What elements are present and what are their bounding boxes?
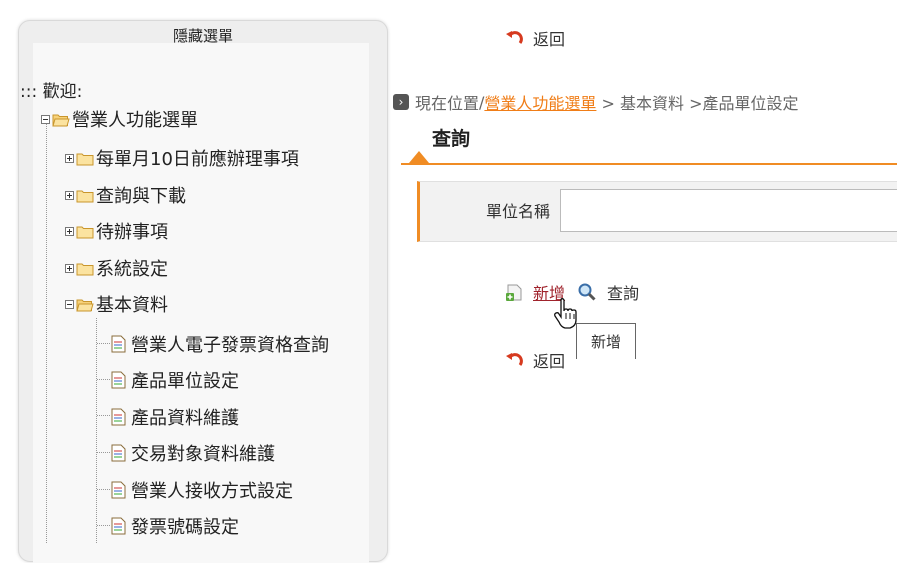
hide-menu-toggle[interactable]: 隱藏選單 [19,21,387,45]
back-arrow-icon [506,353,523,366]
hand-cursor-icon [554,298,577,329]
tree-item-label: 交易對象資料維護 [131,444,275,465]
document-icon [111,517,126,535]
search-icon [578,283,596,301]
top-back-label: 返回 [533,30,566,49]
tree-line [46,123,47,543]
document-icon [111,444,126,462]
tree-item-label: 發票號碼設定 [131,517,239,538]
document-icon [111,481,126,499]
title-underline [401,163,897,165]
open-folder-icon [76,298,94,311]
bottom-back-link[interactable]: 返回 [505,348,565,372]
folder-icon [76,152,94,165]
tree-line [97,415,110,416]
tree-item[interactable]: 營業人接收方式設定 [111,477,293,503]
back-arrow-icon [506,31,523,44]
tree-item-label: 產品單位設定 [131,371,239,392]
tree-folder-label: 每單月10日前應辦理事項 [96,149,299,170]
tree-folder[interactable]: 每單月10日前應辦理事項 [65,145,299,171]
expand-icon[interactable] [65,226,74,236]
expand-icon[interactable] [65,153,74,163]
page-title: 查詢 [432,128,471,150]
tree-item[interactable]: 發票號碼設定 [111,513,239,539]
tree-item-label: 營業人接收方式設定 [131,481,293,502]
tree-folder[interactable]: 查詢與下載 [65,182,186,208]
tree-item[interactable]: 產品資料維護 [111,404,239,430]
tree-item[interactable]: 產品單位設定 [111,367,239,393]
document-icon [111,408,126,426]
document-icon [111,335,126,353]
welcome-text: ::: 歡迎: [20,82,83,102]
tree-item[interactable]: 營業人電子發票資格查詢 [111,331,329,357]
unit-name-label: 單位名稱 [485,202,550,221]
expand-icon[interactable] [65,190,74,200]
expand-icon[interactable] [65,263,74,273]
tree-folder-label: 系統設定 [96,259,168,280]
top-back-link[interactable]: 返回 [505,26,565,50]
folder-icon [76,225,94,238]
breadcrumb-link[interactable]: 營業人功能選單 [484,90,596,114]
tree-folder-label: 查詢與下載 [96,186,186,207]
tree-item-label: 產品資料維護 [131,408,239,429]
bottom-back-label: 返回 [533,352,566,371]
open-folder-icon [52,113,70,126]
search-button[interactable]: 查詢 [607,280,639,304]
tree-folder-label: 基本資料 [96,295,168,316]
tree-line [97,525,110,526]
tree-root-label: 營業人功能選單 [72,110,198,131]
unit-name-row: 單位名稱 [417,181,897,242]
tree-item[interactable]: 交易對象資料維護 [111,440,275,466]
breadcrumb-arrow-icon: › [393,94,409,110]
tree-item-label: 營業人電子發票資格查詢 [131,335,329,356]
collapse-icon[interactable] [41,114,50,124]
tree-folder[interactable]: 待辦事項 [65,218,168,244]
tree-folder[interactable]: 系統設定 [65,255,168,281]
breadcrumb-prefix: 現在位置 [415,94,480,113]
tree-line [97,452,110,453]
tree-line [97,379,110,380]
add-document-icon [506,284,522,301]
breadcrumb: › 現在位置 / 營業人功能選單 > 基本資料 >產品單位設定 [393,90,799,114]
tree-line [97,489,110,490]
tree-folder[interactable]: 基本資料 [65,291,168,317]
folder-icon [76,262,94,275]
tree-line [96,318,97,543]
title-notch [409,151,429,163]
tree-root[interactable]: 營業人功能選單 [41,106,198,132]
tree-folder-label: 待辦事項 [96,222,168,243]
breadcrumb-rest: > 基本資料 >產品單位設定 [596,94,799,113]
collapse-icon[interactable] [65,299,74,309]
unit-name-input[interactable] [560,189,897,232]
document-icon [111,371,126,389]
tooltip: 新增 [576,323,636,359]
tree-line [97,343,110,344]
folder-icon [76,189,94,202]
